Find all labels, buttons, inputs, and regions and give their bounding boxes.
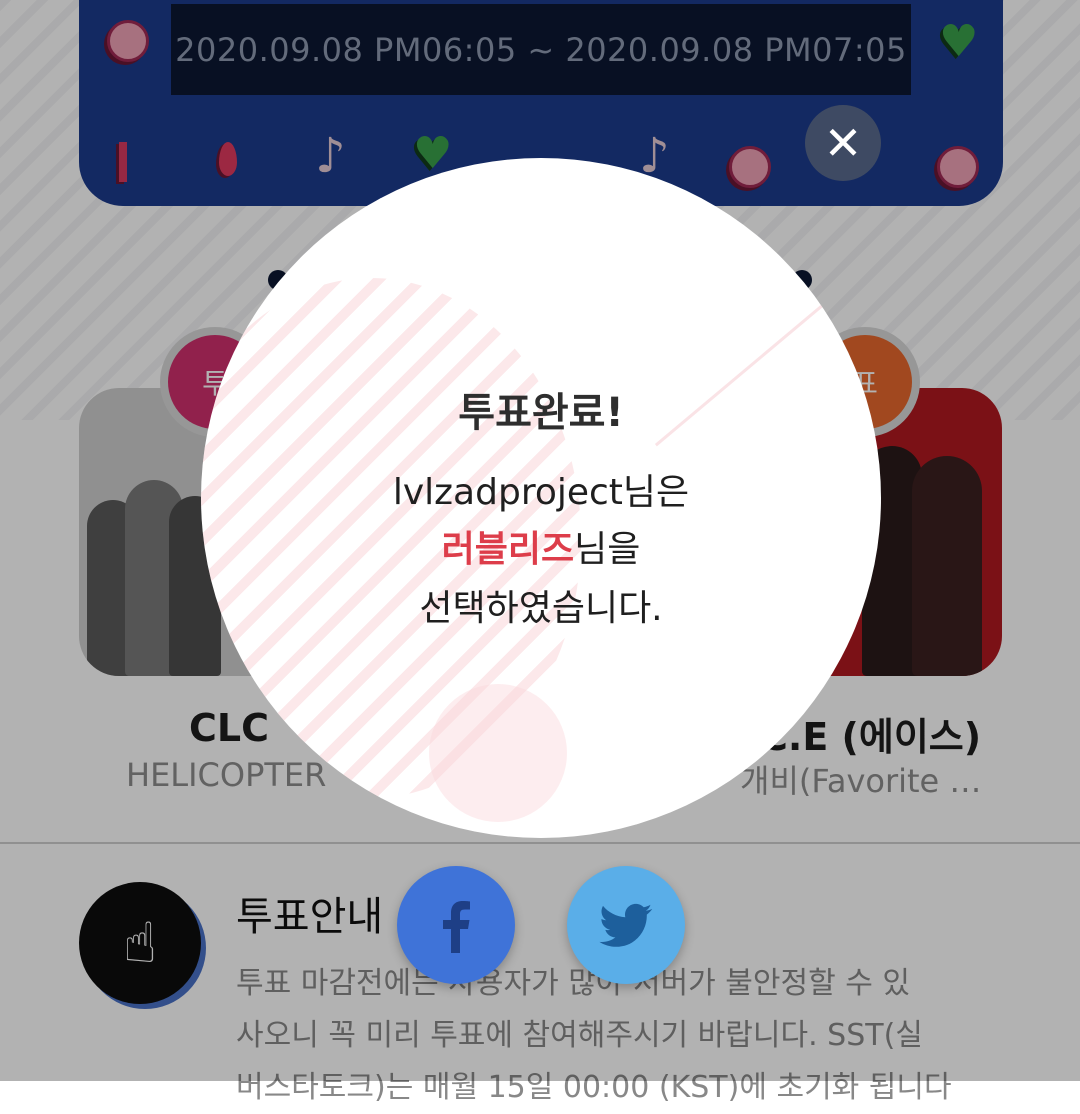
vote-complete-modal: 투표완료! lvlzadproject님은 러블리즈님을 선택하였습니다. bbox=[201, 158, 881, 838]
message-suffix: 님은 bbox=[622, 472, 690, 513]
twitter-share-button[interactable] bbox=[567, 866, 685, 984]
facebook-share-button[interactable] bbox=[397, 866, 515, 984]
twitter-icon bbox=[599, 903, 653, 947]
username: lvlzadproject bbox=[392, 472, 623, 513]
message-line-2: 러블리즈님을 bbox=[201, 520, 881, 572]
modal-title: 투표완료! bbox=[458, 390, 624, 436]
selected-artist: 러블리즈 bbox=[441, 529, 575, 570]
message-line-1: lvlzadproject님은 bbox=[201, 463, 881, 515]
decorative-circle bbox=[429, 684, 567, 822]
message-suffix: 님을 bbox=[574, 529, 641, 570]
facebook-icon bbox=[443, 901, 470, 953]
close-icon: ✕ bbox=[823, 116, 863, 170]
close-button[interactable]: ✕ bbox=[805, 105, 881, 181]
message-line-3: 선택하였습니다. bbox=[419, 588, 663, 629]
